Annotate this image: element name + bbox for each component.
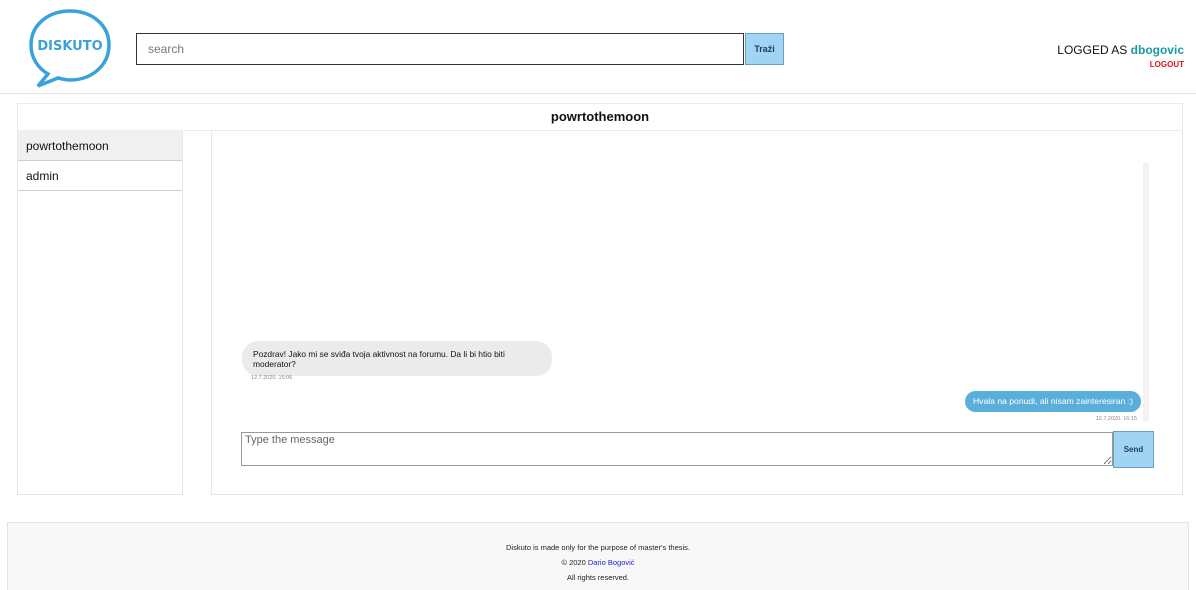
sent-message-time: 12.7.2020. 16:15 bbox=[1095, 416, 1137, 422]
conversation-item-admin[interactable]: admin bbox=[18, 161, 182, 191]
logout-link[interactable]: LOGOUT bbox=[1150, 60, 1184, 69]
header: DISKUTO Traži LOGGED AS dbogovic LOGOUT bbox=[0, 0, 1196, 94]
search-input[interactable] bbox=[136, 33, 744, 65]
logo-text: DISKUTO bbox=[37, 39, 102, 54]
diskuto-logo[interactable]: DISKUTO bbox=[26, 8, 114, 88]
chat-panel: Pozdrav! Jako mi se sviđa tvoja aktivnos… bbox=[211, 131, 1183, 495]
logged-as-label: LOGGED AS bbox=[1057, 43, 1128, 57]
conversation-title: powrtothemoon bbox=[17, 103, 1183, 131]
message-list[interactable]: Pozdrav! Jako mi se sviđa tvoja aktivnos… bbox=[237, 163, 1149, 422]
conversation-list: powrtothemoon admin bbox=[17, 131, 183, 495]
footer: Diskuto is made only for the purpose of … bbox=[7, 522, 1189, 590]
footer-note: Diskuto is made only for the purpose of … bbox=[505, 543, 690, 552]
send-button[interactable]: Send bbox=[1113, 431, 1154, 468]
footer-copyright: © 2020 Dario Bogović bbox=[8, 558, 1188, 567]
username: dbogovic bbox=[1130, 43, 1184, 57]
sent-message-bubble: Hvala na ponudi, ali nisam zainteresiran… bbox=[964, 391, 1141, 412]
conversation-item-powrtothemoon[interactable]: powrtothemoon bbox=[18, 131, 182, 161]
copyright-text: © 2020 bbox=[561, 558, 586, 567]
search-button[interactable]: Traži bbox=[745, 33, 784, 65]
received-message-time: 12.7.2020. 16:06 bbox=[251, 375, 293, 381]
footer-rights: All rights reserved. bbox=[566, 573, 630, 582]
logged-in-status: LOGGED AS dbogovic bbox=[1057, 43, 1184, 57]
message-input[interactable] bbox=[241, 432, 1113, 466]
author-link[interactable]: Dario Bogović bbox=[588, 558, 635, 567]
received-message-bubble: Pozdrav! Jako mi se sviđa tvoja aktivnos… bbox=[242, 341, 552, 376]
